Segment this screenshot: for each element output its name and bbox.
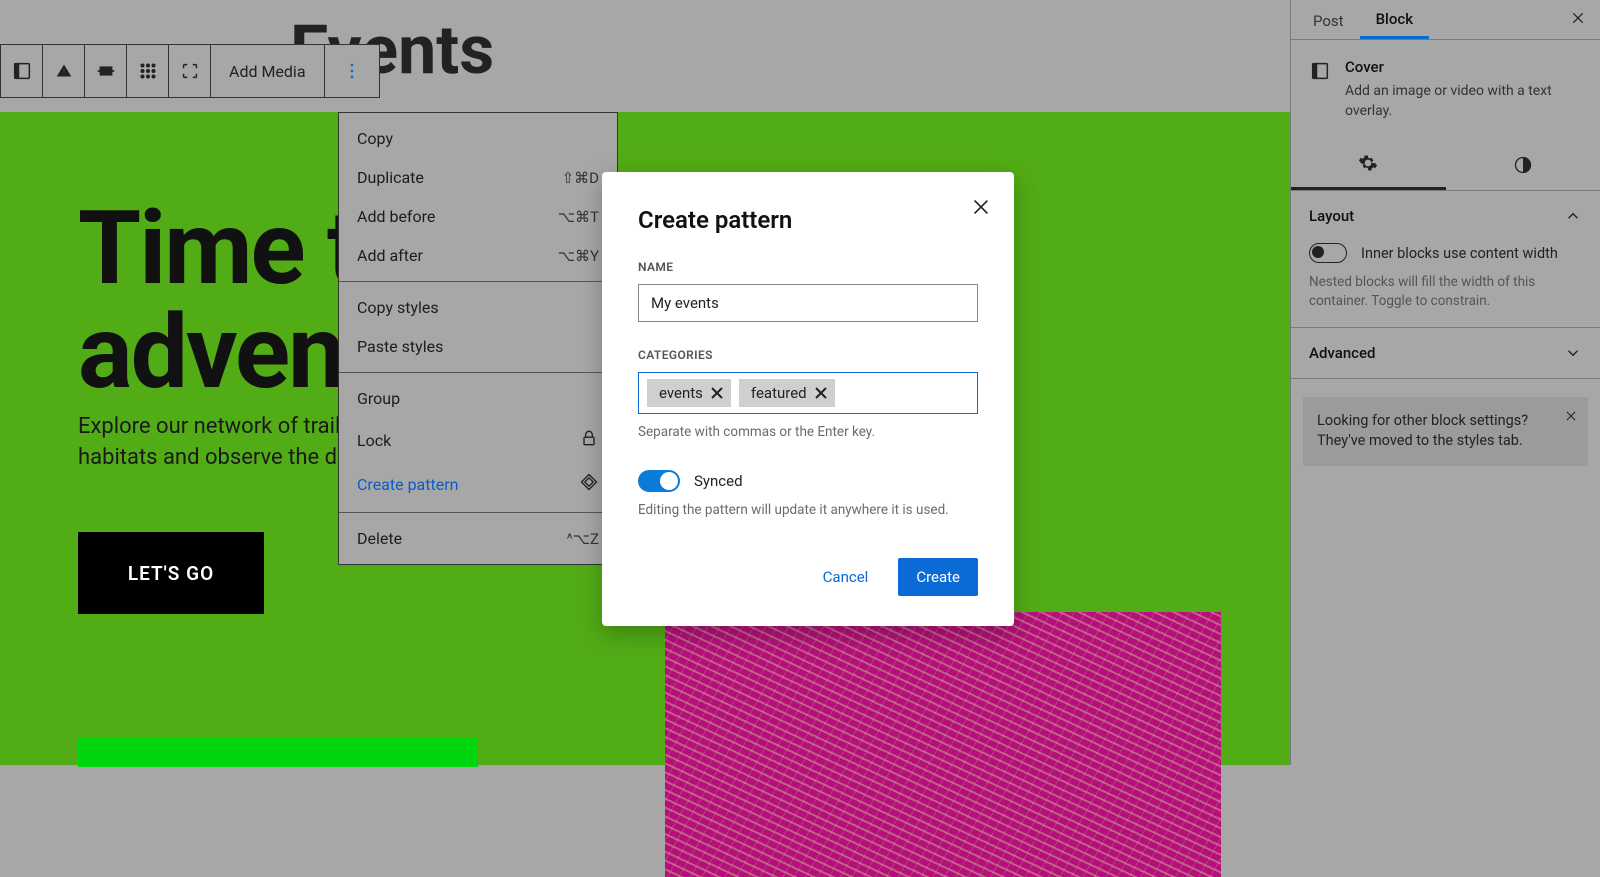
menu-create-pattern[interactable]: Create pattern (339, 462, 617, 506)
layout-panel-toggle[interactable]: Layout (1309, 207, 1582, 225)
synced-help: Editing the pattern will update it anywh… (638, 502, 978, 518)
layout-help: Nested blocks will fill the width of thi… (1309, 273, 1582, 311)
subtab-styles[interactable] (1446, 139, 1600, 190)
gear-icon (1358, 153, 1378, 173)
menu-add-before[interactable]: Add before⌥⌘T (339, 197, 617, 236)
block-toolbar: Add Media (0, 44, 380, 98)
cancel-button[interactable]: Cancel (813, 560, 879, 594)
cover-block-icon (1309, 60, 1331, 82)
accent-strip (78, 737, 478, 767)
chevron-up-icon (1564, 207, 1582, 225)
menu-delete[interactable]: Delete^⌥Z (339, 519, 617, 558)
layout-panel: Layout Inner blocks use content width Ne… (1291, 191, 1600, 328)
sidebar-close-button[interactable] (1562, 2, 1594, 38)
create-button[interactable]: Create (898, 558, 978, 596)
add-media-button[interactable]: Add Media (211, 45, 325, 97)
block-info: Cover Add an image or video with a text … (1291, 40, 1600, 129)
tab-block[interactable]: Block (1360, 0, 1429, 39)
diamond-icon (579, 472, 599, 496)
notice-dismiss-button[interactable] (1564, 409, 1578, 429)
cover-image[interactable] (665, 612, 1221, 877)
synced-toggle[interactable] (638, 470, 680, 492)
settings-sidebar: Post Block Cover Add an image or video w… (1290, 0, 1600, 765)
content-width-label: Inner blocks use content width (1361, 245, 1558, 262)
category-tag: featured (739, 379, 835, 407)
hero-cta-button[interactable]: LET'S GO (78, 532, 264, 614)
block-type-button[interactable] (1, 45, 43, 97)
styles-moved-notice: Looking for other block settings? They'v… (1303, 397, 1588, 466)
categories-help: Separate with commas or the Enter key. (638, 424, 978, 440)
block-options-menu: Copy Duplicate⇧⌘D Add before⌥⌘T Add afte… (338, 112, 618, 565)
menu-copy[interactable]: Copy (339, 119, 617, 158)
align-button[interactable] (85, 45, 127, 97)
advanced-panel: Advanced (1291, 328, 1600, 379)
categories-label: CATEGORIES (638, 348, 978, 362)
block-desc: Add an image or video with a text overla… (1345, 82, 1582, 121)
subtab-settings[interactable] (1291, 139, 1446, 190)
pattern-name-input[interactable] (638, 284, 978, 322)
category-tag: events (647, 379, 731, 407)
menu-paste-styles[interactable]: Paste styles (339, 327, 617, 366)
chevron-down-icon (1564, 344, 1582, 362)
menu-lock[interactable]: Lock (339, 418, 617, 462)
sidebar-tabs: Post Block (1291, 0, 1600, 40)
lock-icon (579, 428, 599, 452)
tag-remove-button[interactable] (711, 387, 723, 399)
menu-add-after[interactable]: Add after⌥⌘Y (339, 236, 617, 275)
modal-close-button[interactable] (970, 196, 992, 222)
create-pattern-modal: Create pattern NAME CATEGORIES events fe… (602, 172, 1014, 626)
advanced-panel-toggle[interactable]: Advanced (1309, 344, 1582, 362)
content-width-toggle[interactable] (1309, 243, 1347, 263)
more-options-button[interactable] (325, 45, 379, 97)
drag-handle-icon[interactable] (43, 45, 85, 97)
position-button[interactable] (127, 45, 169, 97)
name-label: NAME (638, 260, 978, 274)
modal-title: Create pattern (638, 206, 978, 234)
menu-group[interactable]: Group (339, 379, 617, 418)
synced-label: Synced (694, 472, 743, 490)
categories-input[interactable]: events featured (638, 372, 978, 414)
block-name: Cover (1345, 58, 1582, 76)
menu-duplicate[interactable]: Duplicate⇧⌘D (339, 158, 617, 197)
menu-copy-styles[interactable]: Copy styles (339, 288, 617, 327)
styles-icon (1513, 155, 1533, 175)
tag-remove-button[interactable] (815, 387, 827, 399)
tab-post[interactable]: Post (1297, 2, 1360, 38)
fullheight-button[interactable] (169, 45, 211, 97)
inspector-subtabs (1291, 139, 1600, 191)
